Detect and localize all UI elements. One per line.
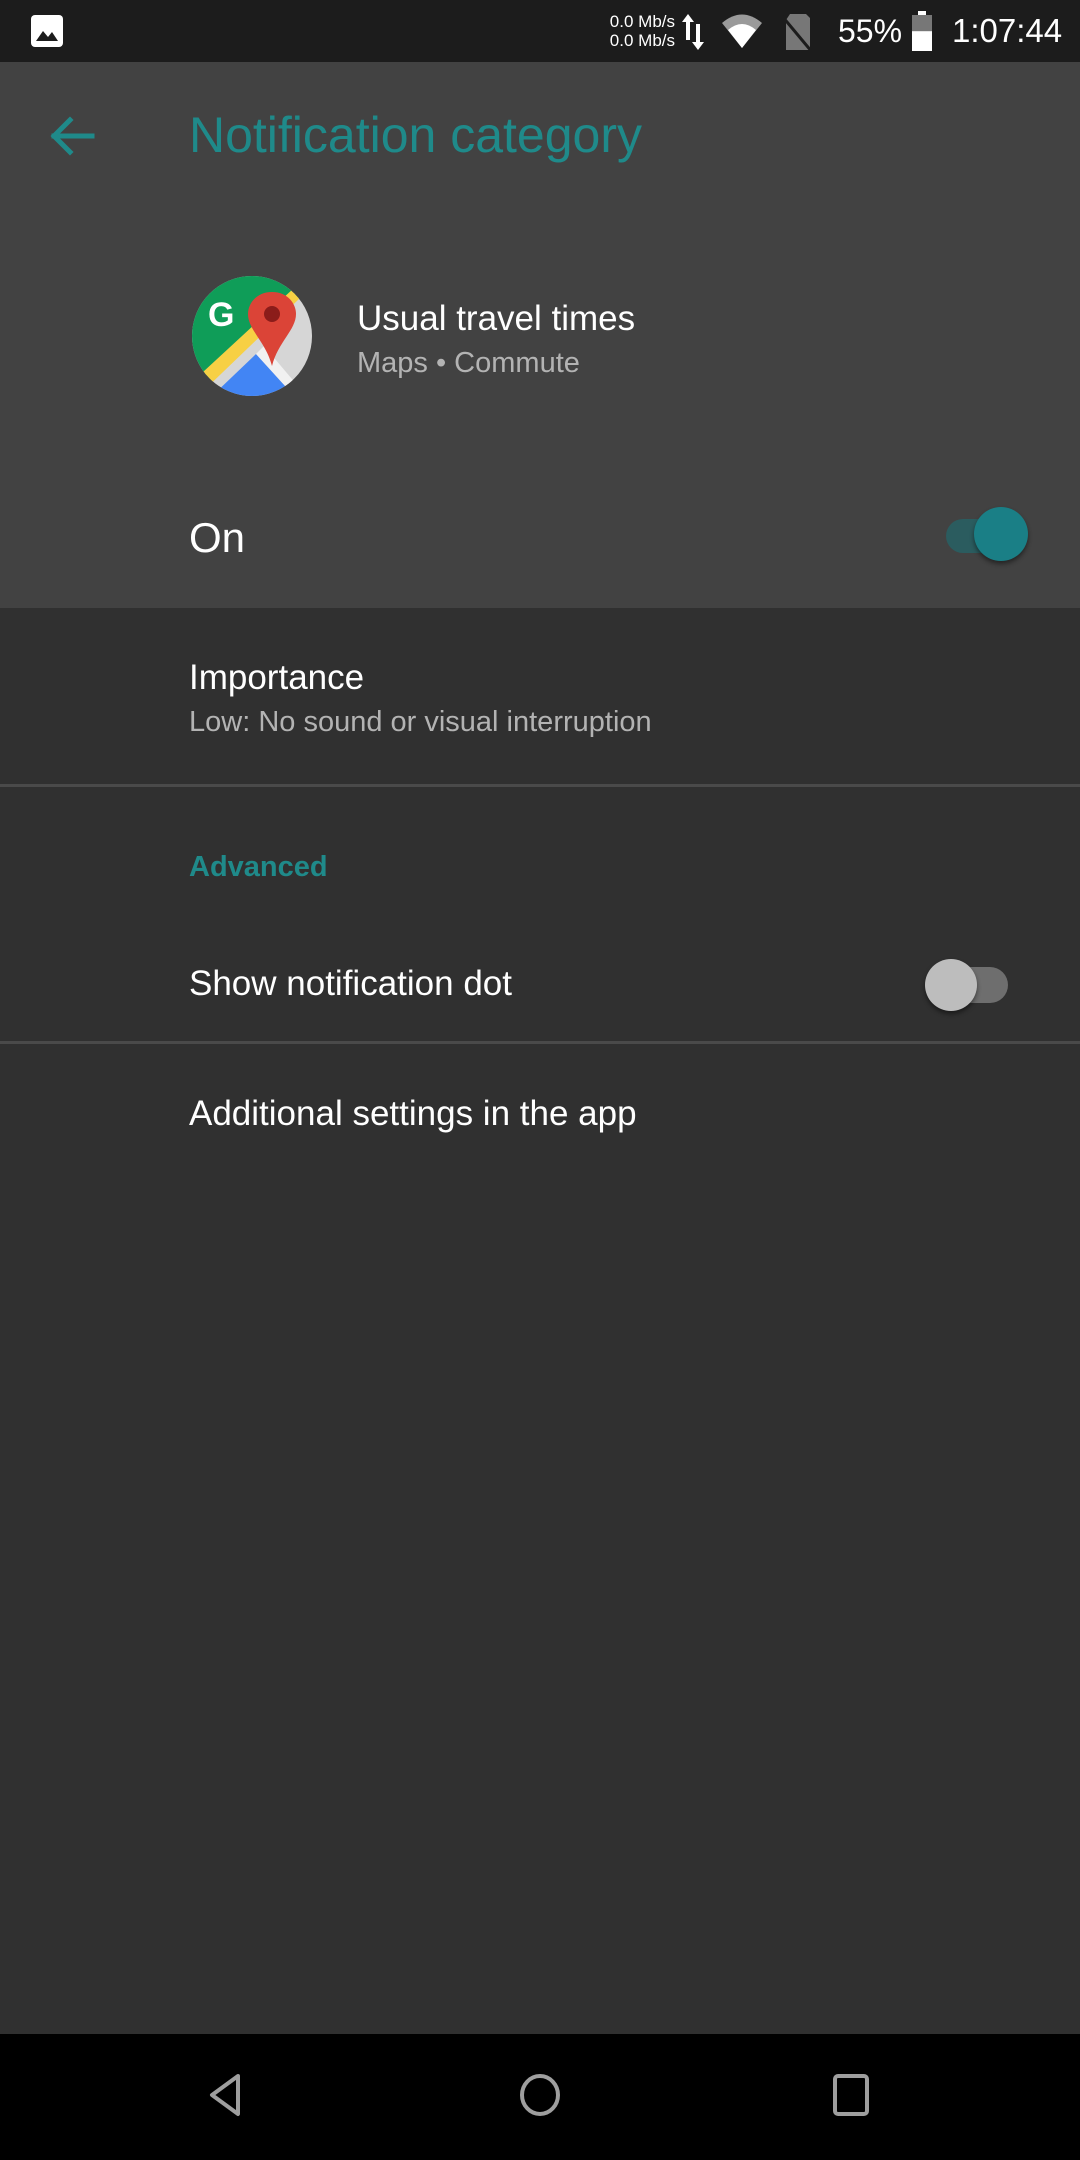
battery-fill: [912, 31, 932, 51]
navigation-bar: [0, 2034, 1080, 2160]
notification-dot-title: Show notification dot: [189, 964, 512, 1003]
status-bar: 0.0 Mb/s 0.0 Mb/s 55% 1:07:44: [0, 0, 1080, 62]
nav-home-icon[interactable]: [518, 2072, 562, 2118]
header-panel: Notification category G Usual travel tim…: [0, 62, 1080, 608]
additional-settings-row[interactable]: Additional settings in the app: [0, 1044, 1080, 1174]
additional-settings-title: Additional settings in the app: [189, 1094, 637, 1133]
nav-recents-icon[interactable]: [831, 2072, 871, 2118]
channel-name: Usual travel times: [357, 299, 636, 338]
notification-dot-row[interactable]: Show notification dot: [0, 918, 1080, 1043]
clock: 1:07:44: [952, 12, 1063, 49]
advanced-section-header: Advanced: [189, 851, 328, 883]
importance-summary: Low: No sound or visual interruption: [189, 706, 652, 738]
image-notification-icon: [31, 15, 63, 47]
notification-dot-switch-thumb[interactable]: [925, 959, 977, 1011]
no-sim-icon: [780, 14, 814, 52]
upload-speed: 0.0 Mb/s: [609, 12, 675, 31]
battery-percent: 55%: [838, 13, 903, 49]
svg-text:G: G: [208, 296, 234, 334]
importance-row[interactable]: Importance Low: No sound or visual inter…: [0, 608, 1080, 785]
channel-subtitle: Maps • Commute: [357, 347, 580, 379]
master-switch-label: On: [189, 514, 246, 561]
divider: [0, 784, 1080, 787]
network-speed: 0.0 Mb/s 0.0 Mb/s: [590, 12, 675, 50]
nav-back-icon[interactable]: [206, 2072, 246, 2118]
wifi-icon: [722, 14, 762, 48]
importance-title: Importance: [189, 658, 365, 697]
battery-icon: [912, 11, 932, 51]
data-arrows-icon: [682, 14, 704, 50]
master-switch-row[interactable]: On: [0, 472, 1080, 600]
google-maps-icon: G: [192, 276, 312, 396]
page-title: Notification category: [189, 107, 643, 163]
download-speed: 0.0 Mb/s: [609, 31, 675, 50]
master-switch-thumb[interactable]: [974, 507, 1028, 561]
arrow-back-icon[interactable]: [48, 112, 98, 160]
settings-list: Importance Low: No sound or visual inter…: [0, 608, 1080, 2034]
